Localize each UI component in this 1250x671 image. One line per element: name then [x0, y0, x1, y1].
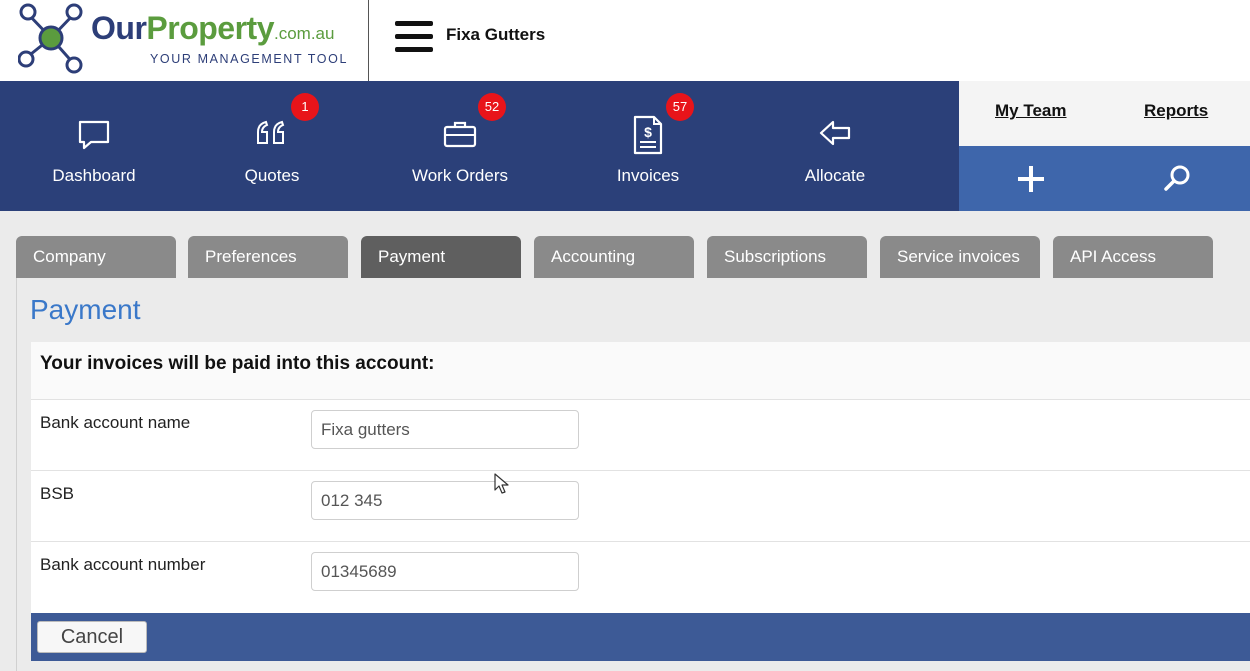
nav-item-work-orders[interactable]: Work Orders 52 [366, 81, 554, 211]
right-panel: My Team Reports [959, 81, 1250, 211]
logo-wordmark: OurProperty.com.au [91, 10, 335, 46]
reports-link[interactable]: Reports [1144, 101, 1208, 121]
form-row-bank-account-name: Bank account name [31, 400, 1250, 471]
tab-payment[interactable]: Payment [361, 236, 521, 278]
quotes-badge: 1 [291, 93, 319, 121]
logo[interactable]: OurProperty.com.au YOUR MANAGEMENT TOOL [0, 0, 369, 81]
form-row-bsb: BSB [31, 471, 1250, 542]
quote-marks-icon [257, 120, 285, 144]
bsb-label: BSB [40, 484, 75, 503]
company-name: Fixa Gutters [446, 25, 546, 44]
cancel-button[interactable]: Cancel [37, 621, 147, 653]
tab-api-access[interactable]: API Access [1053, 236, 1213, 278]
form-heading: Your invoices will be paid into this acc… [31, 342, 1250, 400]
tab-service-invoices[interactable]: Service invoices [880, 236, 1040, 278]
right-links: My Team Reports [959, 81, 1250, 146]
top-header: OurProperty.com.au YOUR MANAGEMENT TOOL … [0, 0, 1250, 81]
bank-account-name-input[interactable] [311, 410, 579, 449]
my-team-link[interactable]: My Team [995, 101, 1067, 121]
payment-form: Your invoices will be paid into this acc… [31, 342, 1250, 613]
nav-item-quotes[interactable]: Quotes 1 [178, 81, 366, 211]
form-heading-text: Your invoices will be paid into this acc… [40, 353, 435, 374]
network-logo-icon [18, 3, 83, 74]
bank-account-number-input[interactable] [311, 552, 579, 591]
briefcase-icon [443, 121, 477, 148]
tab-accounting[interactable]: Accounting [534, 236, 694, 278]
bsb-input[interactable] [311, 481, 579, 520]
add-button[interactable] [959, 146, 1104, 211]
speech-bubble-icon [78, 120, 110, 150]
page-title: Payment [30, 294, 141, 325]
work-orders-badge: 52 [478, 93, 506, 121]
bank-account-name-label: Bank account name [40, 413, 191, 432]
mouse-cursor-icon [494, 473, 509, 494]
form-footer: Cancel [31, 613, 1250, 661]
plus-icon [1018, 166, 1044, 192]
invoices-badge: 57 [666, 93, 694, 121]
logo-tagline: YOUR MANAGEMENT TOOL [150, 52, 349, 66]
content-area: Payment Your invoices will be paid into … [16, 278, 1250, 671]
nav-item-invoices[interactable]: $ Invoices 57 [554, 81, 742, 211]
search-icon [1164, 165, 1190, 191]
tab-subscriptions[interactable]: Subscriptions [707, 236, 867, 278]
svg-text:$: $ [644, 124, 652, 140]
arrow-left-icon [819, 120, 851, 146]
invoice-dollar-icon: $ [633, 115, 663, 155]
form-row-bank-account-number: Bank account number [31, 542, 1250, 613]
nav-item-dashboard[interactable]: Dashboard [0, 81, 188, 211]
settings-tabs: Company Preferences Payment Accounting S… [0, 236, 1250, 278]
nav-item-allocate[interactable]: Allocate [741, 81, 929, 211]
tab-company[interactable]: Company [16, 236, 176, 278]
right-actions [959, 146, 1250, 211]
tab-preferences[interactable]: Preferences [188, 236, 348, 278]
main-nav: Dashboard Quotes 1 Work Orders 52 $ Invo… [0, 81, 959, 211]
bank-account-number-label: Bank account number [40, 555, 206, 574]
hamburger-menu-icon[interactable] [395, 21, 433, 53]
search-button[interactable] [1105, 146, 1250, 211]
